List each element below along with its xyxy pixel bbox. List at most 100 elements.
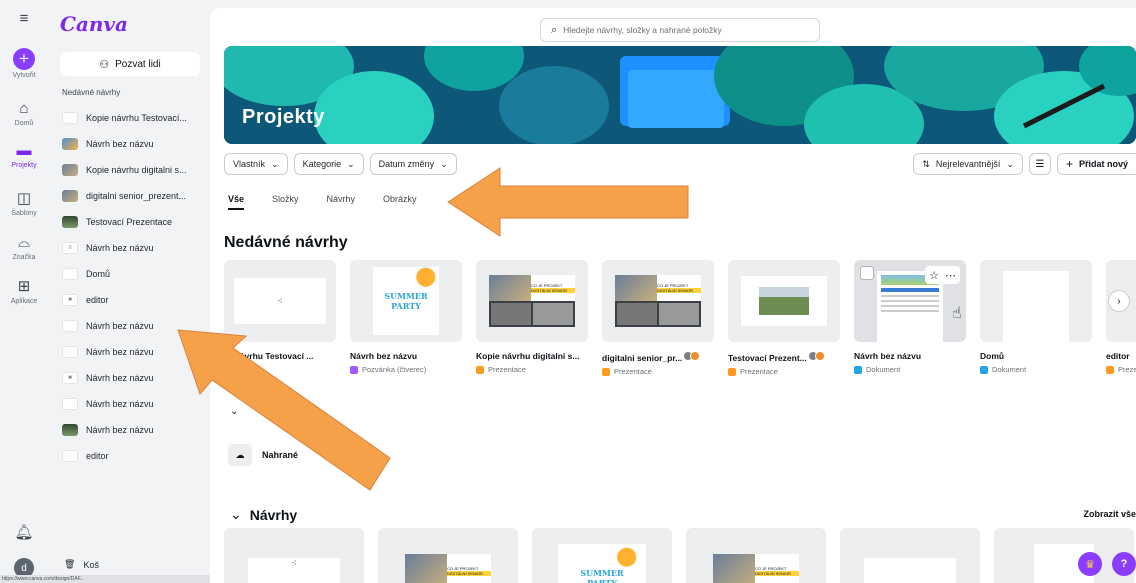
presentation-type-icon xyxy=(728,367,736,376)
card-title: Kopie návrhu digitalni s... xyxy=(476,351,580,361)
date-filter[interactable]: Datum změny ⌄ xyxy=(369,153,457,175)
design-thumbnail xyxy=(62,320,78,332)
nav-home[interactable]: ⌂ Domů xyxy=(0,98,48,128)
templates-label: Šablony xyxy=(11,210,37,217)
owner-filter[interactable]: Vlastník ⌄ xyxy=(224,153,288,175)
folder-uploads[interactable]: ☁ Nahrané xyxy=(228,438,318,472)
recent-item[interactable]: Návrh bez názvu xyxy=(62,417,212,443)
blank-page-thumb: ⁖ xyxy=(234,278,326,324)
card-thumbnail: CO JE PROJEKT DIGITÁLNÍ SENIOR xyxy=(602,260,714,342)
recent-item[interactable]: Návrh bez názvu xyxy=(62,391,212,417)
recent-item[interactable]: digitalni senior_prezent... xyxy=(62,183,212,209)
design-card[interactable]: Domů Dokument xyxy=(980,260,1092,374)
design-card[interactable] xyxy=(994,528,1134,583)
recent-item[interactable]: editor xyxy=(62,443,212,469)
sort-dropdown[interactable]: ⇅ Nejrelevantnější ⌄ xyxy=(913,153,1023,175)
canva-logo[interactable]: Canva xyxy=(60,12,128,36)
notifications-button[interactable]: 🔔︎ xyxy=(0,522,48,542)
trash-button[interactable]: 🗑︎ Koš xyxy=(64,559,99,570)
banner-illustration xyxy=(224,46,1136,144)
nav-projects[interactable]: ▬ Projekty xyxy=(0,140,48,170)
tab-folders[interactable]: Složky xyxy=(272,194,299,210)
design-thumbnail xyxy=(62,164,78,176)
category-filter[interactable]: Kategorie ⌄ xyxy=(293,153,364,175)
brand-label: Značka xyxy=(12,254,36,261)
thumb-text: DIGITÁLNÍ SENIOR xyxy=(657,288,701,293)
trash-label: Koš xyxy=(83,559,99,570)
design-card[interactable]: SUMMER PARTY xyxy=(532,528,672,583)
home-label: Domů xyxy=(14,120,34,127)
nav-apps[interactable]: ⊞ Aplikace xyxy=(0,276,48,305)
tab-all[interactable]: Vše xyxy=(228,194,245,210)
recent-item[interactable]: ■ Návrh bez názvu xyxy=(62,365,212,391)
chevron-down-icon: ⌄ xyxy=(1006,158,1014,169)
recent-item[interactable]: Testovací Prezentace xyxy=(62,209,212,235)
more-icon[interactable]: ⋯ xyxy=(945,269,956,282)
show-all-link[interactable]: Zobrazit vše xyxy=(1083,509,1136,519)
card-thumbnail: ⁖ xyxy=(224,260,336,342)
add-new-button[interactable]: + Přidat nový xyxy=(1056,153,1136,175)
card-type-label: Dokument xyxy=(866,365,901,374)
recent-item[interactable]: Domů xyxy=(62,261,212,287)
design-card[interactable]: CO JE PROJEKT DIGITÁLNÍ SENIOR Kopie návr… xyxy=(476,260,588,374)
design-card[interactable]: editor Prezen xyxy=(1106,260,1136,374)
recent-item-label: Testovací Prezentace xyxy=(86,217,173,227)
shared-avatars xyxy=(807,351,825,361)
filter-bar: Vlastník ⌄ Kategorie ⌄ Datum změny ⌄ xyxy=(224,153,457,175)
chevron-down-icon: ⌄ xyxy=(347,158,355,169)
design-card-hovered[interactable]: ☆ ⋯ Návrh bez názvu Dokument xyxy=(854,260,966,374)
presentation-thumb: CO JE PROJEKT DIGITÁLNÍ SENIOR xyxy=(489,275,575,327)
design-card[interactable] xyxy=(840,528,980,583)
create-button[interactable]: + Vytvořit xyxy=(0,48,48,79)
document-type-icon xyxy=(980,365,988,374)
card-thumbnail: ☆ ⋯ xyxy=(854,260,966,342)
card-type-label: Prezentace xyxy=(740,367,778,376)
nav-brand[interactable]: ⌓ Značka xyxy=(0,232,48,262)
recent-item-label: Návrh bez názvu xyxy=(86,347,154,357)
recent-item[interactable]: Kopie návrhu digitalni s... xyxy=(62,157,212,183)
plus-icon: + xyxy=(13,48,35,70)
recent-item[interactable]: ■ editor xyxy=(62,287,212,313)
recent-item[interactable]: Návrh bez názvu xyxy=(62,131,212,157)
designs-heading[interactable]: ⌄ Návrhy xyxy=(230,506,297,523)
page-title: Projekty xyxy=(242,106,325,128)
design-card[interactable]: ⁖ pie návrhu Testovací ... ntace xyxy=(224,260,336,374)
search-icon: ⌕ xyxy=(551,23,558,36)
folders-toggle[interactable]: ⌄ xyxy=(230,406,238,417)
invite-label: Pozvat lidi xyxy=(115,58,161,70)
design-card[interactable]: CO JE PROJEKT DIGITÁLNÍ SENIOR digitalni … xyxy=(602,260,714,376)
design-card[interactable]: ⁖ xyxy=(224,528,364,583)
recent-item-label: editor xyxy=(86,451,109,461)
recent-item[interactable]: Návrh bez názvu xyxy=(62,313,212,339)
recent-item[interactable]: · Kopie návrhu Testovací... xyxy=(62,105,212,131)
blank-page-thumb xyxy=(864,558,956,583)
design-card[interactable]: CO JE PROJEKT DIGITÁLNÍ SENIOR xyxy=(686,528,826,583)
invite-people-button[interactable]: ⚇ Pozvat lidi xyxy=(60,52,200,76)
brand-icon: ⌓ xyxy=(18,233,30,251)
design-card[interactable]: Testovací Prezent... Prezentace xyxy=(728,260,840,376)
design-thumbnail xyxy=(62,268,78,280)
list-view-button[interactable]: ☰ xyxy=(1028,153,1051,175)
design-thumbnail xyxy=(62,346,78,358)
card-actions: ☆ ⋯ xyxy=(925,266,960,284)
collapse-sidebar-button[interactable]: ≡ xyxy=(0,8,48,28)
carousel-next-button[interactable]: › xyxy=(1108,290,1130,312)
shared-avatars xyxy=(683,351,701,361)
help-button[interactable]: ? xyxy=(1112,552,1136,576)
upgrade-button[interactable]: ♛ xyxy=(1078,552,1102,576)
star-icon[interactable]: ☆ xyxy=(929,269,939,282)
design-card[interactable]: CO JE PROJEKT DIGITÁLNÍ SENIOR xyxy=(378,528,518,583)
design-card[interactable]: SUMMER PARTY Návrh bez názvu Pozvánka (čt… xyxy=(350,260,462,374)
recent-item[interactable]: Návrh bez názvu xyxy=(62,339,212,365)
avatar xyxy=(814,351,825,361)
tab-designs[interactable]: Návrhy xyxy=(327,194,356,210)
chevron-down-icon: ⌄ xyxy=(440,158,448,169)
search-input[interactable]: ⌕ Hledejte návrhy, složky a nahrané polo… xyxy=(540,18,820,42)
recent-item-label: Kopie návrhu digitalni s... xyxy=(86,165,187,175)
recent-item-label: Návrh bez názvu xyxy=(86,373,154,383)
tab-images[interactable]: Obrázky xyxy=(383,194,417,210)
nav-templates[interactable]: ◫ Šablony xyxy=(0,188,48,217)
select-checkbox[interactable] xyxy=(860,266,874,280)
projects-banner: Projekty xyxy=(224,46,1136,144)
recent-item[interactable]: ≡ Návrh bez názvu xyxy=(62,235,212,261)
